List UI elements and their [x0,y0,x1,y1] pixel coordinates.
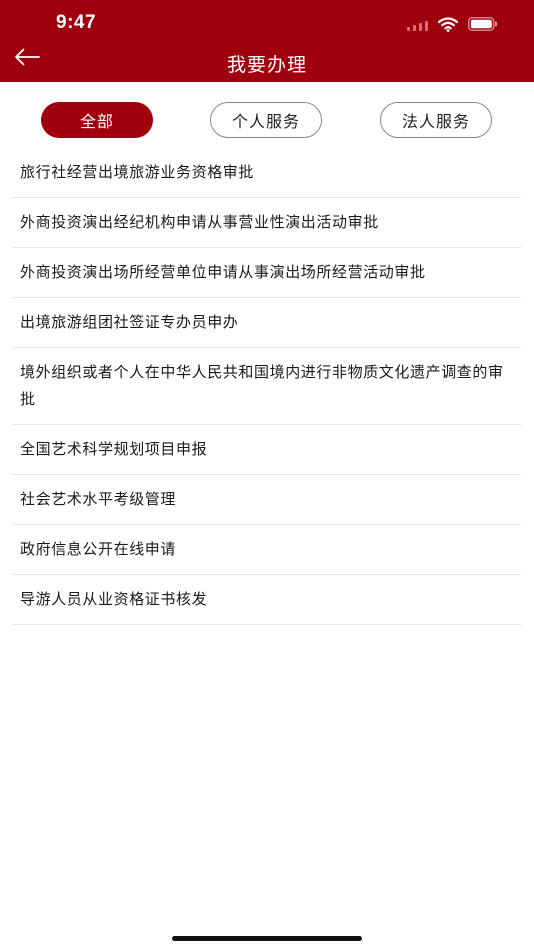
list-item-label: 全国艺术科学规划项目申报 [20,440,208,458]
tab-all[interactable]: 全部 [41,102,153,138]
list-item[interactable]: 社会艺术水平考级管理 [12,475,521,525]
list-item[interactable]: 政府信息公开在线申请 [12,525,521,575]
home-indicator[interactable] [172,936,362,941]
list-item[interactable]: 外商投资演出场所经营单位申请从事演出场所经营活动审批 [12,248,521,298]
status-time: 9:47 [56,12,97,33]
list-item[interactable]: 全国艺术科学规划项目申报 [12,425,521,475]
list-item-label: 外商投资演出经纪机构申请从事营业性演出活动审批 [20,213,379,231]
list-item[interactable]: 境外组织或者个人在中华人民共和国境内进行非物质文化遗产调查的审批 [12,348,521,425]
tab-personal-services[interactable]: 个人服务 [210,102,322,138]
wifi-icon [438,16,458,32]
filter-tabs: 全部 个人服务 法人服务 [0,102,534,138]
header-bar: 9:47 我要办理 [0,0,534,82]
battery-icon [468,17,498,31]
tab-legal-entity-services[interactable]: 法人服务 [380,102,492,138]
screen: 9:47 我要办理 全部 个人服务 法人服务 旅行社经营出境旅游业务资格审批 外… [0,0,534,950]
cellular-signal-icon [407,17,428,31]
list-item-label: 旅行社经营出境旅游业务资格审批 [20,163,255,181]
list-item[interactable]: 外商投资演出经纪机构申请从事营业性演出活动审批 [12,198,521,248]
list-item-label: 政府信息公开在线申请 [20,540,177,558]
list-item-label: 外商投资演出场所经营单位申请从事演出场所经营活动审批 [20,263,426,281]
tab-all-label: 全部 [79,112,114,131]
list-item[interactable]: 旅行社经营出境旅游业务资格审批 [12,148,521,198]
list-item-label: 境外组织或者个人在中华人民共和国境内进行非物质文化遗产调查的审批 [20,363,504,408]
tab-personal-services-label: 个人服务 [231,112,300,131]
list-item-label: 出境旅游组团社签证专办员申办 [20,313,239,331]
list-item-label: 导游人员从业资格证书核发 [20,590,208,608]
status-icons [407,16,498,32]
service-list: 旅行社经营出境旅游业务资格审批 外商投资演出经纪机构申请从事营业性演出活动审批 … [12,148,521,625]
page-title: 我要办理 [226,54,307,76]
list-item[interactable]: 导游人员从业资格证书核发 [12,575,521,625]
list-item[interactable]: 出境旅游组团社签证专办员申办 [12,298,521,348]
tab-legal-entity-services-label: 法人服务 [401,112,470,131]
list-item-label: 社会艺术水平考级管理 [20,490,177,508]
